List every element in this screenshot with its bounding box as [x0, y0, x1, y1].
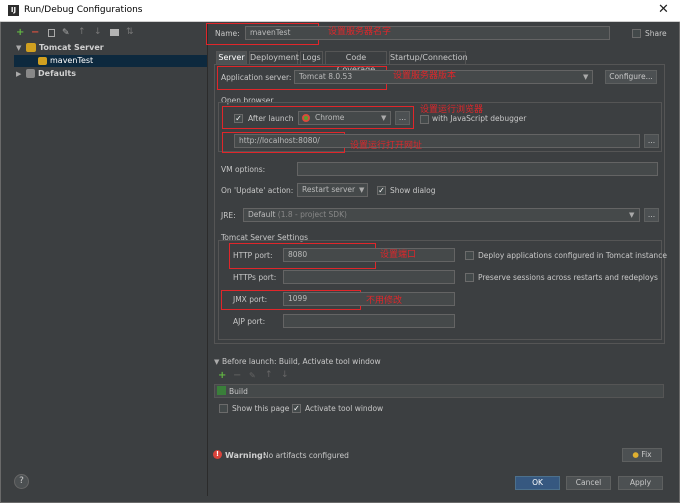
- preserve-sessions-checkbox[interactable]: [465, 273, 474, 282]
- tab-startup-connection[interactable]: Startup/Connection: [389, 51, 468, 64]
- browser-select[interactable]: Chrome: [298, 111, 391, 125]
- annotation-port: 设置端口: [380, 250, 417, 260]
- jmx-port-label: JMX port:: [233, 295, 268, 304]
- add-icon[interactable]: +: [16, 27, 24, 38]
- https-port-label: HTTPs port:: [233, 273, 277, 282]
- warning-title: Warning:: [225, 451, 266, 460]
- after-launch-label: After launch: [248, 114, 294, 123]
- collapse-arrow-icon[interactable]: ▶: [16, 70, 21, 78]
- chrome-icon: [302, 114, 310, 122]
- activate-tool-window-checkbox[interactable]: ✓: [292, 404, 301, 413]
- warning-icon: !: [213, 450, 222, 459]
- update-action-dropdown-icon[interactable]: ▼: [359, 186, 364, 194]
- app-server-label: Application server:: [221, 73, 292, 82]
- jre-hint: (1.8 - project SDK): [277, 210, 347, 219]
- url-more-button[interactable]: ...: [644, 134, 659, 148]
- startup-url-input[interactable]: http://localhost:8080/: [234, 134, 640, 148]
- copy-icon[interactable]: [48, 29, 55, 37]
- wrench-icon[interactable]: ✎: [62, 28, 70, 38]
- vm-options-label: VM options:: [221, 165, 266, 174]
- annotation-server-version: 设置服务器版本: [393, 71, 457, 81]
- jre-select[interactable]: Default (1.8 - project SDK): [243, 208, 640, 222]
- name-label: Name:: [215, 29, 240, 38]
- https-port-input[interactable]: [283, 270, 455, 284]
- activate-tool-window-label: Activate tool window: [305, 404, 384, 413]
- tree-item-tomcat-server[interactable]: Tomcat Server: [39, 43, 104, 52]
- configure-button[interactable]: Configure...: [605, 70, 657, 84]
- tab-deployment[interactable]: Deployment: [249, 51, 299, 64]
- tab-code-coverage[interactable]: Code Coverage: [325, 51, 387, 74]
- ajp-port-label: AJP port:: [233, 317, 266, 326]
- tree-item-defaults[interactable]: Defaults: [38, 69, 76, 78]
- tab-logs[interactable]: Logs: [300, 51, 323, 64]
- move-up-icon[interactable]: ↑: [78, 27, 86, 37]
- deploy-label: Deploy applications configured in Tomcat…: [478, 251, 667, 260]
- ajp-port-input[interactable]: [283, 314, 455, 328]
- before-launch-remove-icon[interactable]: −: [233, 370, 241, 381]
- app-icon: IJ: [8, 5, 19, 16]
- tomcat-config-icon: [38, 57, 47, 65]
- expand-arrow-icon[interactable]: ▼: [16, 44, 21, 52]
- jre-more-button[interactable]: ...: [644, 208, 659, 222]
- browser-more-button[interactable]: ...: [395, 111, 410, 125]
- before-launch-down-icon[interactable]: ↓: [281, 370, 289, 380]
- before-launch-edit-icon[interactable]: ✎: [249, 371, 256, 380]
- http-port-input[interactable]: 8080: [283, 248, 455, 262]
- after-launch-checkbox[interactable]: ✓: [234, 114, 243, 123]
- before-launch-arrow-icon[interactable]: ▼: [214, 358, 219, 366]
- show-page-label: Show this page: [232, 404, 290, 413]
- browser-dropdown-icon[interactable]: ▼: [381, 114, 386, 122]
- js-debugger-label: with JavaScript debugger: [432, 114, 527, 123]
- close-icon[interactable]: ✕: [658, 2, 669, 17]
- tomcat-icon: [26, 43, 36, 52]
- deploy-checkbox[interactable]: [465, 251, 474, 260]
- warning-text: No artifacts configured: [263, 451, 349, 460]
- jre-value: Default: [248, 210, 276, 219]
- annotation-name: 设置服务器名字: [328, 27, 392, 37]
- preserve-sessions-label: Preserve sessions across restarts and re…: [478, 273, 658, 282]
- share-label: Share: [645, 29, 667, 38]
- jre-dropdown-icon[interactable]: ▼: [629, 211, 634, 219]
- tab-server[interactable]: Server: [216, 51, 247, 64]
- help-icon[interactable]: ?: [14, 474, 29, 489]
- build-icon: [217, 386, 226, 395]
- jre-label: JRE:: [221, 211, 236, 220]
- share-checkbox[interactable]: [632, 29, 641, 38]
- js-debugger-checkbox[interactable]: [420, 115, 429, 124]
- ok-button[interactable]: OK: [515, 476, 560, 490]
- config-tree-pane: [8, 24, 208, 496]
- tree-item-maventest[interactable]: mavenTest: [50, 56, 93, 65]
- before-launch-add-icon[interactable]: +: [218, 370, 226, 381]
- fix-button[interactable]: ● Fix: [622, 448, 662, 462]
- vm-options-input[interactable]: [297, 162, 658, 176]
- before-launch-label[interactable]: Before launch: Build, Activate tool wind…: [222, 357, 381, 366]
- defaults-icon: [26, 69, 35, 78]
- show-page-checkbox[interactable]: [219, 404, 228, 413]
- folder-icon[interactable]: [110, 29, 119, 36]
- show-dialog-checkbox[interactable]: ✓: [377, 186, 386, 195]
- show-dialog-label: Show dialog: [390, 186, 436, 195]
- build-item[interactable]: Build: [229, 387, 248, 396]
- update-action-label: On 'Update' action:: [221, 186, 294, 195]
- app-server-dropdown-icon[interactable]: ▼: [583, 73, 588, 81]
- annotation-url: 设置运行打开网址: [350, 141, 423, 151]
- sort-icon[interactable]: ⇅: [126, 27, 134, 37]
- title-bar: IJ Run/Debug Configurations ✕: [0, 0, 680, 22]
- update-action-select[interactable]: Restart server: [297, 183, 368, 197]
- move-down-icon[interactable]: ↓: [94, 27, 102, 37]
- before-launch-list: [214, 384, 664, 398]
- bulb-icon: ●: [632, 450, 639, 459]
- apply-button[interactable]: Apply: [618, 476, 663, 490]
- cancel-button[interactable]: Cancel: [566, 476, 611, 490]
- remove-icon[interactable]: −: [31, 27, 39, 38]
- name-input[interactable]: mavenTest: [245, 26, 610, 40]
- before-launch-up-icon[interactable]: ↑: [265, 370, 273, 380]
- window-title: Run/Debug Configurations: [24, 5, 143, 15]
- annotation-jmx: 不用修改: [366, 296, 403, 306]
- http-port-label: HTTP port:: [233, 251, 273, 260]
